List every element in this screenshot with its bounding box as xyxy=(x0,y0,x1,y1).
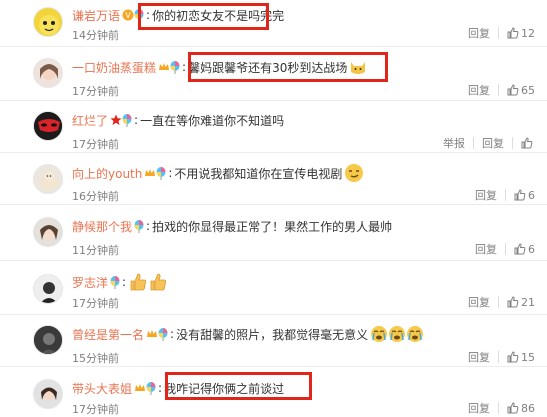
avatar-photo-icon xyxy=(34,59,62,87)
username[interactable]: 静候那个我 xyxy=(72,218,132,235)
like-count: 15 xyxy=(521,350,535,364)
timestamp: 11分钟前 xyxy=(72,244,119,257)
reply-button[interactable]: 回复 xyxy=(482,135,504,151)
reply-button[interactable]: 回复 xyxy=(475,241,497,257)
verified-badge-icon: V xyxy=(122,9,134,21)
username[interactable]: 红烂了 xyxy=(72,112,108,129)
reply-button[interactable]: 回复 xyxy=(468,349,490,365)
crying-emoji-icon xyxy=(389,326,406,342)
rainbow-balloon-icon xyxy=(134,219,144,233)
thumbs-up-icon xyxy=(514,189,526,201)
like-count: 6 xyxy=(528,188,535,202)
crown-badge-icon xyxy=(145,169,156,176)
username[interactable]: 带头大表姐 xyxy=(72,380,132,397)
username[interactable]: 曾经是第一名 xyxy=(72,326,144,343)
timestamp: 17分钟前 xyxy=(72,138,119,151)
like-button[interactable]: 65 xyxy=(507,84,535,97)
like-button[interactable]: 6 xyxy=(514,189,535,202)
username[interactable]: 向上的youth xyxy=(72,165,142,182)
like-count: 12 xyxy=(521,26,535,40)
like-count: 21 xyxy=(521,295,535,309)
like-count: 6 xyxy=(528,242,535,256)
like-button[interactable]: 21 xyxy=(507,296,535,309)
reply-button[interactable]: 回复 xyxy=(468,294,490,310)
avatar-photo-icon xyxy=(34,326,62,354)
reply-button[interactable]: 回复 xyxy=(475,187,497,203)
comment-row: 曾经是第一名 : 没有甜馨的照片，我都觉得毫无意义 15分钟前 回复 15 xyxy=(0,314,547,367)
thumbs-up-icon xyxy=(507,296,519,308)
thumbs-up-emoji-icon xyxy=(130,273,147,291)
thumbs-up-icon xyxy=(514,243,526,255)
thumbs-up-emoji-icon xyxy=(150,273,167,291)
smirk-emoji-icon xyxy=(345,164,364,182)
avatar[interactable] xyxy=(33,325,63,355)
crown-badge-icon xyxy=(159,63,170,70)
avatar-red-mask-icon xyxy=(34,112,62,140)
crying-emoji-icon xyxy=(371,326,388,342)
highlight-box xyxy=(165,372,312,400)
avatar[interactable] xyxy=(33,274,63,304)
comment-row: 红烂了 : 一直在等你难道你不知道吗 17分钟前 举报 回复 xyxy=(0,100,547,153)
comment-row: 谦岩万语 V : 你的初恋女友不是吗完完 14分钟前 回复 12 xyxy=(0,0,547,47)
timestamp: 17分钟前 xyxy=(72,403,119,416)
timestamp: 14分钟前 xyxy=(72,29,119,42)
like-button[interactable]: 15 xyxy=(507,351,535,364)
highlight-box xyxy=(138,3,269,30)
timestamp: 17分钟前 xyxy=(72,85,119,98)
rainbow-balloon-icon xyxy=(158,327,168,341)
comment-text: 没有甜馨的照片，我都觉得毫无意义 xyxy=(176,327,369,342)
avatar[interactable] xyxy=(33,379,63,409)
rainbow-balloon-icon xyxy=(110,275,120,289)
report-button[interactable]: 举报 xyxy=(443,135,465,151)
like-button[interactable]: 6 xyxy=(514,243,535,256)
crown-badge-icon xyxy=(135,384,146,391)
avatar-photo-icon xyxy=(34,275,62,303)
like-count: 65 xyxy=(521,83,535,97)
avatar-photo-icon xyxy=(34,218,62,246)
crying-emoji-icon xyxy=(407,326,424,342)
rainbow-balloon-icon xyxy=(156,166,166,180)
avatar-dog-icon xyxy=(34,165,62,193)
avatar[interactable] xyxy=(33,58,63,88)
username[interactable]: 一口奶油蒸蛋糕 xyxy=(72,59,156,76)
avatar[interactable] xyxy=(33,7,63,37)
reply-button[interactable]: 回复 xyxy=(468,400,490,416)
comment-row: 罗志洋 : 17分钟前 回复 21 xyxy=(0,260,547,315)
comment-text: 一直在等你难道你不知道吗 xyxy=(140,113,285,128)
avatar[interactable] xyxy=(33,111,63,141)
timestamp: 17分钟前 xyxy=(72,297,119,310)
like-button[interactable]: 12 xyxy=(507,27,535,40)
svg-text:V: V xyxy=(125,11,131,20)
comment-row: 静候那个我 : 拍戏的你显得最正常了！果然工作的男人最帅 11分钟前 回复 6 xyxy=(0,204,547,261)
avatar[interactable] xyxy=(33,217,63,247)
comment-text: 不用说我都知道你在宣传电视剧 xyxy=(174,166,343,181)
reply-button[interactable]: 回复 xyxy=(468,25,490,41)
thumbs-up-icon xyxy=(507,402,519,414)
like-button[interactable] xyxy=(521,137,535,149)
comment-text: 拍戏的你显得最正常了！果然工作的男人最帅 xyxy=(152,219,393,234)
comment-row: 向上的youth : 不用说我都知道你在宣传电视剧 16分钟前 回复 6 xyxy=(0,152,547,205)
highlight-box xyxy=(188,52,388,82)
username[interactable]: 谦岩万语 xyxy=(72,7,120,24)
thumbs-up-icon xyxy=(507,351,519,363)
avatar-yellow-character-icon xyxy=(39,15,59,35)
star-badge-icon xyxy=(110,114,122,125)
thumbs-up-icon xyxy=(521,137,533,149)
timestamp: 16分钟前 xyxy=(72,190,119,203)
reply-button[interactable]: 回复 xyxy=(468,82,490,98)
rainbow-balloon-icon xyxy=(170,60,180,74)
thumbs-up-icon xyxy=(507,27,519,39)
username[interactable]: 罗志洋 xyxy=(72,274,108,291)
comment-list: 谦岩万语 V : 你的初恋女友不是吗完完 14分钟前 回复 12 一口奶油蒸蛋糕 xyxy=(0,0,547,417)
like-button[interactable]: 86 xyxy=(507,402,535,415)
timestamp: 15分钟前 xyxy=(72,352,119,365)
thumbs-up-icon xyxy=(507,84,519,96)
avatar-photo-icon xyxy=(34,380,62,408)
like-count: 86 xyxy=(521,401,535,415)
crown-badge-icon xyxy=(147,330,158,337)
rainbow-balloon-icon xyxy=(146,381,156,395)
rainbow-balloon-icon xyxy=(122,113,132,127)
avatar[interactable] xyxy=(33,164,63,194)
